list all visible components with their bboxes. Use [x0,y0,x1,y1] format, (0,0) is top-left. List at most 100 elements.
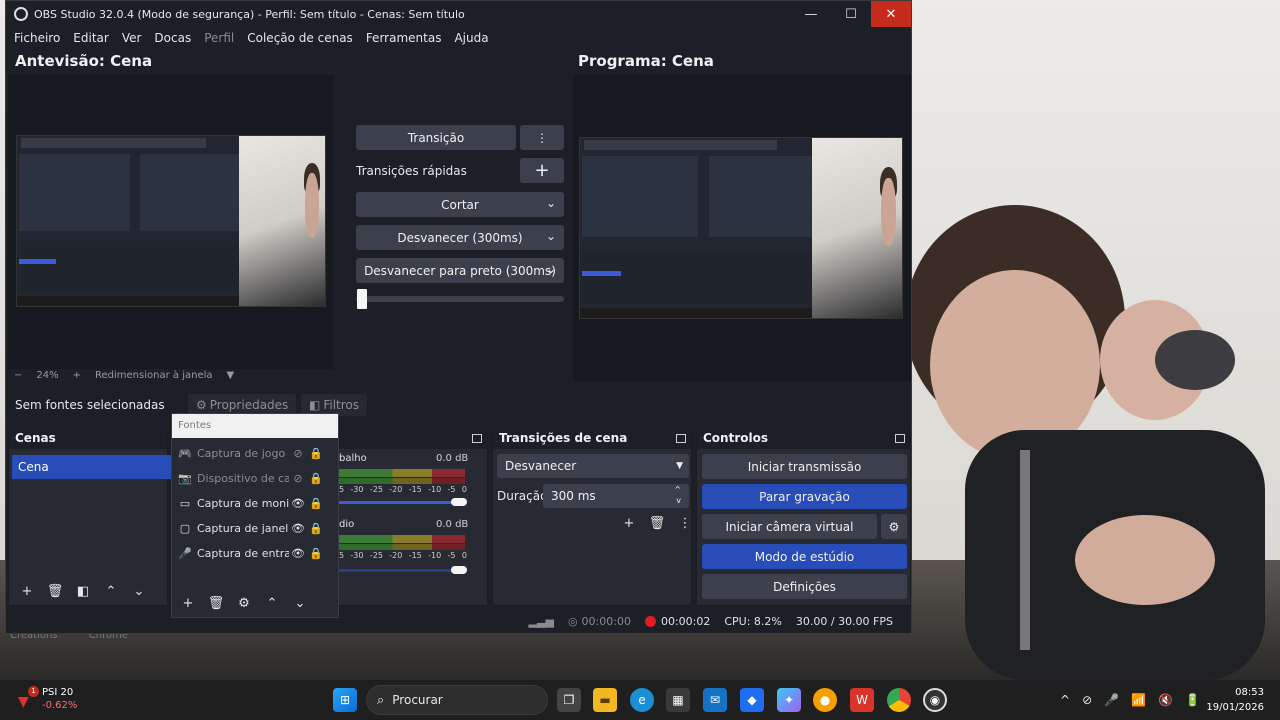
quick-transition-fade[interactable]: Desvanecer (300ms) ⌄ [356,225,564,250]
virtual-camera-settings-icon[interactable]: ⚙ [881,514,907,539]
lock-icon[interactable]: 🔒 [307,472,325,485]
maximize-button[interactable]: ☐ [831,1,871,27]
task-view-icon[interactable]: ❐ [557,688,581,712]
transition-more-button[interactable]: ⋮ [673,513,697,533]
source-name: Captura de janela [197,521,289,535]
stream-time: 00:00:00 [581,614,631,628]
transition-button[interactable]: Transição [356,125,516,150]
eye-icon[interactable]: 👁 [289,547,307,560]
preview-canvas[interactable] [8,75,334,369]
float-dock-icon[interactable] [676,433,686,443]
add-transition-button[interactable]: + [617,513,641,533]
duration-up-icon[interactable]: ^ [674,485,681,494]
source-item-capture-device[interactable]: 📷 Dispositivo de cap ⊘ 🔒 [178,467,334,489]
scene-up-button[interactable]: ⌃ [99,581,123,601]
tbar-track[interactable] [356,296,564,302]
source-item-monitor-capture[interactable]: ▭ Captura de monit 👁 🔒 [178,492,334,514]
float-dock-icon[interactable] [895,433,905,443]
quick-transition-label: Desvanecer (300ms) [397,230,523,245]
volume-slider[interactable] [331,569,465,572]
menu-ferramentas[interactable]: Ferramentas [366,31,442,45]
volume-slider[interactable] [331,501,465,504]
menu-docas[interactable]: Docas [154,31,191,45]
lock-icon[interactable]: 🔒 [307,522,325,535]
menu-ajuda[interactable]: Ajuda [454,31,488,45]
scene-transitions-header: Transições de cena [493,427,691,449]
source-item-window-capture[interactable]: ▢ Captura de janela 👁 🔒 [178,517,334,539]
menu-ver[interactable]: Ver [122,31,142,45]
scene-transitions-dock: Transições de cena Desvanecer ▼ Duração … [492,426,692,606]
microphone-icon[interactable]: 🎤 [1104,693,1119,707]
float-dock-icon[interactable] [472,433,482,443]
copilot-icon[interactable]: ✦ [777,688,801,712]
no-sources-selected-label: Sem fontes selecionadas [15,398,165,412]
title-bar: OBS Studio 32.0.4 (Modo de segurança) - … [6,1,911,27]
stock-widget[interactable]: ▼ 1 PSI 20 -0.62% [14,684,104,716]
menu-editar[interactable]: Editar [73,31,109,45]
minimize-button[interactable]: — [791,1,831,27]
transition-select[interactable]: Desvanecer ▼ [497,454,689,478]
delete-transition-button[interactable]: 🗑 [645,513,669,533]
remove-scene-button[interactable]: 🗑 [43,581,67,601]
settings-button[interactable]: Definições [702,574,907,599]
tray-overflow-icon[interactable]: ^ [1060,693,1070,707]
outlook-icon[interactable]: ✉ [703,688,727,712]
lock-icon[interactable]: 🔒 [307,497,325,510]
browser-icon[interactable]: ● [813,688,837,712]
volume-muted-icon[interactable]: 🔇 [1158,693,1173,707]
program-image [579,137,903,319]
resize-to-window[interactable]: Redimensionar à janela [95,370,212,381]
quick-transition-cortar[interactable]: Cortar ⌄ [356,192,564,217]
stop-recording-button[interactable]: Parar gravação [702,484,907,509]
source-item-game-capture[interactable]: 🎮 Captura de jogo ⊘ 🔒 [178,442,334,464]
studio-mode-button[interactable]: Modo de estúdio [702,544,907,569]
obs-logo-icon [14,7,28,21]
menu-ficheiro[interactable]: Ficheiro [14,31,60,45]
start-icon[interactable]: ⊞ [333,688,357,712]
windows-taskbar: ▼ 1 PSI 20 -0.62% ⊞ ⌕ Procurar ❐ ▬ e ▦ ✉… [0,680,1280,720]
quick-transition-label: Desvanecer para preto (300ms) [364,263,556,278]
zoom-in-button[interactable]: + [73,370,81,381]
tray-app-icon[interactable]: ⊘ [1082,693,1092,707]
sources-title[interactable]: Fontes [172,414,338,438]
window-title: OBS Studio 32.0.4 (Modo de segurança) - … [34,7,465,21]
obs-taskbar-icon[interactable]: ◉ [923,688,947,712]
tbar-handle[interactable] [357,289,367,309]
menu-perfil[interactable]: Perfil [204,31,234,45]
add-quick-transition-button[interactable]: + [520,158,564,183]
edge-icon[interactable]: e [630,688,654,712]
quick-transition-fade-black[interactable]: Desvanecer para preto (300ms) ⌄ [356,258,564,283]
transition-more-button[interactable]: ⋮ [520,125,564,150]
start-virtual-camera-button[interactable]: Iniciar câmera virtual [702,514,877,539]
store-icon[interactable]: ▦ [666,688,690,712]
eye-icon[interactable]: 👁 [289,522,307,535]
scene-filters-button[interactable]: ◧ [71,581,95,601]
add-scene-button[interactable]: + [15,581,39,601]
office-icon[interactable]: W [850,688,874,712]
menu-colecao-cenas[interactable]: Coleção de cenas [247,31,353,45]
volume-knob[interactable] [451,498,467,506]
scene-down-button[interactable]: ⌄ [127,581,151,601]
scene-item[interactable]: Cena [12,455,172,479]
wifi-icon[interactable]: 📶 [1131,693,1146,707]
duration-down-icon[interactable]: v [676,496,681,505]
eye-hidden-icon[interactable]: ⊘ [289,472,307,485]
file-explorer-icon[interactable]: ▬ [593,688,617,712]
duration-input[interactable]: 300 ms ^ v [543,484,689,508]
battery-icon[interactable]: 🔋 [1185,693,1200,707]
start-streaming-button[interactable]: Iniciar transmissão [702,454,907,479]
zoom-out-button[interactable]: − [14,370,22,381]
lock-icon[interactable]: 🔒 [307,447,325,460]
taskbar-search[interactable]: ⌕ Procurar [366,685,548,715]
source-item-audio-input[interactable]: 🎤 Captura de entrac 👁 🔒 [178,542,334,564]
eye-hidden-icon[interactable]: ⊘ [289,447,307,460]
dropbox-icon[interactable]: ◆ [740,688,764,712]
channel-db: 0.0 dB [436,519,469,530]
taskbar-clock[interactable]: 08:53 19/01/2026 [1206,685,1264,715]
eye-icon[interactable]: 👁 [289,497,307,510]
chrome-icon[interactable] [887,688,911,712]
close-button[interactable]: ✕ [871,1,911,27]
volume-knob[interactable] [451,566,467,574]
resize-dropdown-icon[interactable]: ▼ [227,370,235,381]
lock-icon[interactable]: 🔒 [307,547,325,560]
